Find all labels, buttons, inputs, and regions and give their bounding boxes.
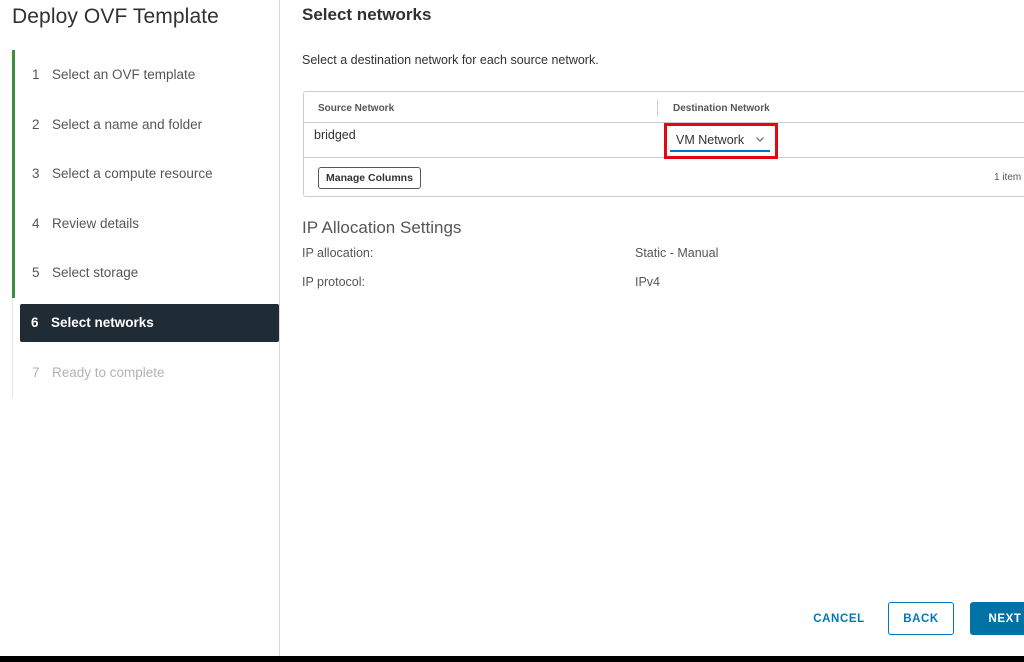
destination-network-select[interactable]: VM Network bbox=[670, 130, 770, 152]
cancel-button[interactable]: CANCEL bbox=[804, 602, 874, 635]
step-label: Select an OVF template bbox=[52, 67, 196, 83]
ip-allocation-label: IP allocation: bbox=[302, 246, 374, 260]
network-mapping-grid: Source Network Destination Network bridg… bbox=[303, 91, 1024, 197]
step-ready-to-complete: 7 Ready to complete bbox=[12, 348, 279, 398]
destination-network-value: VM Network bbox=[676, 133, 745, 147]
column-header-source-network[interactable]: Source Network bbox=[318, 103, 394, 114]
ip-allocation-value: Static - Manual bbox=[635, 246, 719, 260]
grid-footer: Manage Columns 1 item bbox=[304, 158, 1024, 196]
ip-protocol-value: IPv4 bbox=[635, 275, 661, 289]
step-label: Review details bbox=[52, 215, 140, 231]
column-header-destination-network[interactable]: Destination Network bbox=[673, 103, 770, 114]
step-number: 5 bbox=[32, 265, 40, 281]
main-content: Select networks Select a destination net… bbox=[280, 0, 1024, 656]
step-number: 4 bbox=[32, 215, 40, 231]
back-button[interactable]: BACK bbox=[888, 602, 954, 635]
manage-columns-button[interactable]: Manage Columns bbox=[318, 167, 421, 189]
step-select-compute-resource[interactable]: 3 Select a compute resource bbox=[12, 149, 279, 199]
wizard-dialog: Deploy OVF Template 1 Select an OVF temp… bbox=[0, 0, 1024, 656]
step-label: Select a compute resource bbox=[52, 166, 213, 182]
wizard-sidebar: Deploy OVF Template 1 Select an OVF temp… bbox=[0, 0, 280, 656]
step-number: 6 bbox=[31, 315, 39, 330]
ip-protocol-label: IP protocol: bbox=[302, 275, 366, 289]
page-title: Select networks bbox=[302, 5, 432, 24]
step-number: 3 bbox=[32, 166, 40, 182]
step-number: 2 bbox=[32, 116, 40, 132]
step-select-name-folder[interactable]: 2 Select a name and folder bbox=[12, 99, 279, 149]
grid-header: Source Network Destination Network bbox=[304, 92, 1024, 123]
table-row: bridged VM Network bbox=[304, 123, 1024, 159]
step-number: 7 bbox=[32, 364, 40, 380]
next-button[interactable]: NEXT bbox=[970, 602, 1024, 635]
step-select-networks[interactable]: 6 Select networks bbox=[20, 303, 279, 342]
step-label: Ready to complete bbox=[52, 364, 165, 380]
step-review-details[interactable]: 4 Review details bbox=[12, 198, 279, 248]
step-label: Select storage bbox=[52, 265, 139, 281]
step-number: 1 bbox=[32, 67, 40, 83]
ip-allocation-heading: IP Allocation Settings bbox=[302, 218, 462, 237]
step-label: Select networks bbox=[51, 315, 154, 330]
column-separator[interactable] bbox=[657, 100, 658, 116]
wizard-title: Deploy OVF Template bbox=[12, 5, 219, 28]
wizard-steps: 1 Select an OVF template 2 Select a name… bbox=[12, 50, 279, 397]
step-select-storage[interactable]: 5 Select storage bbox=[12, 248, 279, 298]
item-count: 1 item bbox=[994, 172, 1022, 183]
source-network-cell: bridged bbox=[314, 128, 356, 142]
chevron-down-icon bbox=[756, 137, 764, 142]
step-select-ovf-template[interactable]: 1 Select an OVF template bbox=[12, 50, 279, 100]
step-label: Select a name and folder bbox=[52, 116, 203, 132]
page-subtitle: Select a destination network for each so… bbox=[302, 53, 599, 67]
